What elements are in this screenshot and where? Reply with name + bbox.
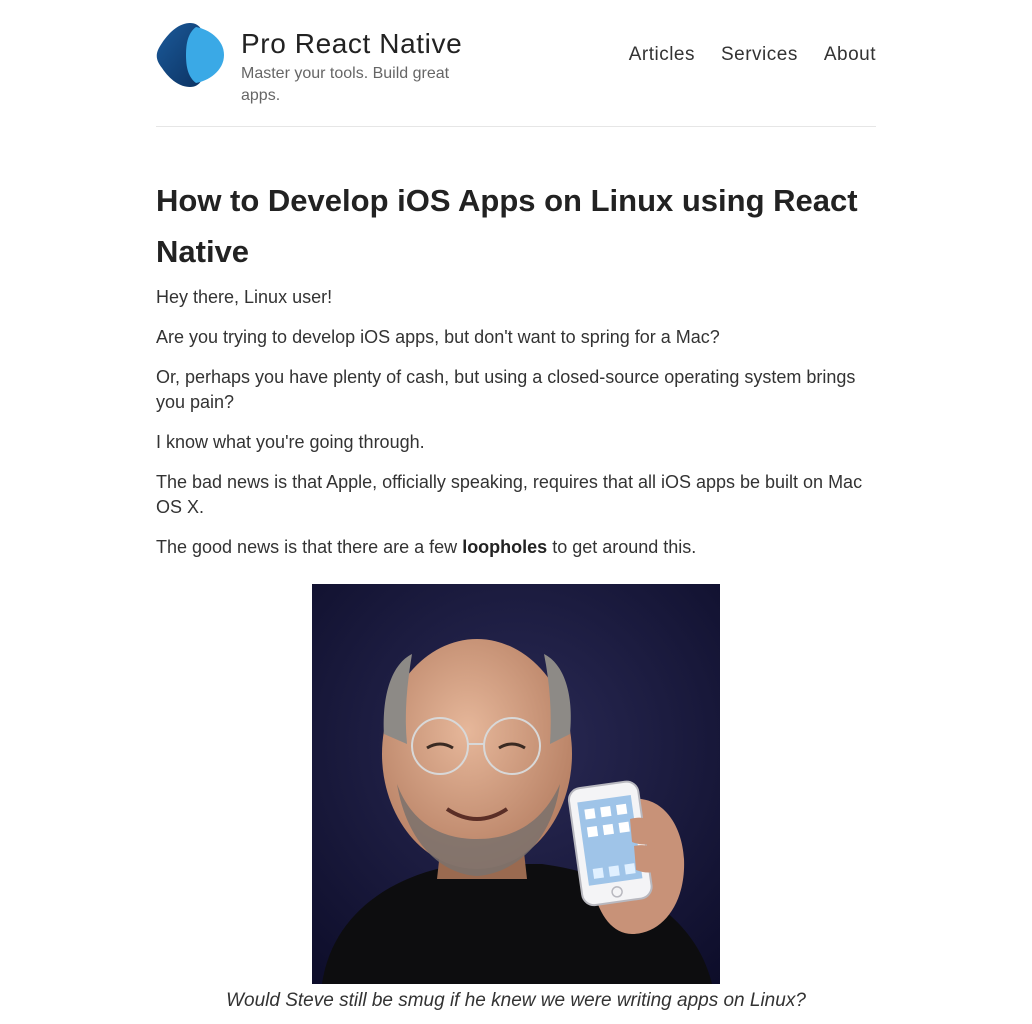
site-header: Pro React Native Master your tools. Buil… xyxy=(156,0,876,127)
paragraph-text: The good news is that there are a few xyxy=(156,537,463,557)
site-logo-icon[interactable] xyxy=(156,21,226,89)
main-nav: Articles Services About xyxy=(629,44,876,66)
site-title[interactable]: Pro React Native xyxy=(241,28,462,60)
nav-about-link[interactable]: About xyxy=(824,44,876,66)
page: Pro React Native Master your tools. Buil… xyxy=(0,0,1032,1024)
nav-articles-link[interactable]: Articles xyxy=(629,44,695,66)
article: How to Develop iOS Apps on Linux using R… xyxy=(156,175,876,560)
nav-services-link[interactable]: Services xyxy=(721,44,798,66)
article-paragraph: Or, perhaps you have plenty of cash, but… xyxy=(156,367,856,412)
steve-jobs-photo xyxy=(312,584,720,984)
article-paragraph: Hey there, Linux user! xyxy=(156,287,333,307)
article-paragraph: The bad news is that Apple, officially s… xyxy=(156,472,863,517)
bold-text-loopholes: loopholes xyxy=(462,537,548,557)
article-paragraph: I know what you're going through. xyxy=(156,432,425,452)
article-paragraph: Are you trying to develop iOS apps, but … xyxy=(156,327,720,347)
site-tagline: Master your tools. Build great apps. xyxy=(241,65,450,104)
figure-caption: Would Steve still be smug if he knew we … xyxy=(226,990,806,1011)
paragraph-text: to get around this. xyxy=(547,537,697,557)
article-paragraph: The good news is that there are a few lo… xyxy=(156,535,876,560)
article-title: How to Develop iOS Apps on Linux using R… xyxy=(156,183,858,269)
